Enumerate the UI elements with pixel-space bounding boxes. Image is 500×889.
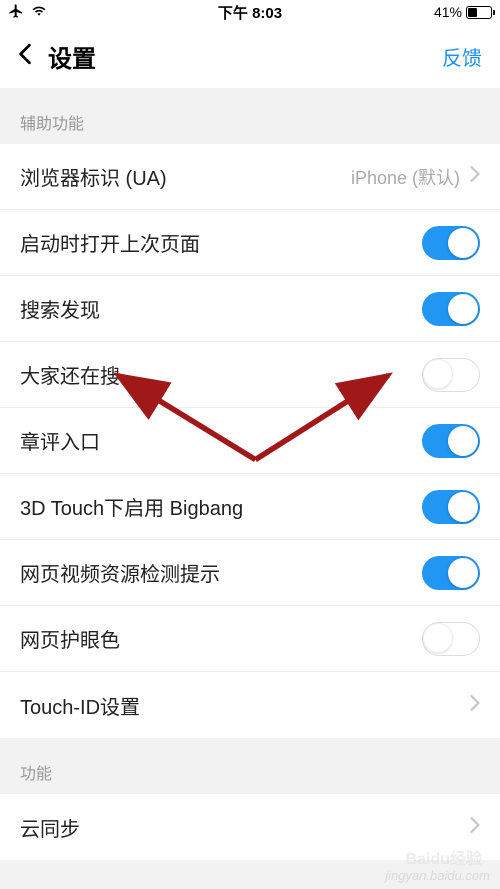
row-restore: 启动时打开上次页面 [0, 210, 500, 276]
row-label: Touch-ID设置 [20, 691, 140, 720]
row-trending-search: 大家还在搜 [0, 342, 500, 408]
watermark-url: jingyan.baidu.com [385, 868, 490, 883]
section-header-features: 功能 [0, 738, 500, 794]
row-touch-id[interactable]: Touch-ID设置 [0, 672, 500, 738]
row-eye-protect: 网页护眼色 [0, 606, 500, 672]
section-header-accessibility: 辅助功能 [0, 88, 500, 144]
airplane-icon [8, 3, 24, 22]
wifi-icon [30, 4, 48, 21]
back-icon[interactable] [18, 43, 32, 70]
row-value: iPhone (默认) [351, 164, 460, 190]
chevron-right-icon [470, 166, 480, 187]
toggle-search-discover[interactable] [422, 292, 480, 326]
page-title: 设置 [48, 39, 96, 74]
watermark-logo: Baidu经验 [406, 845, 482, 869]
chevron-right-icon [470, 817, 480, 838]
toggle-trending-search[interactable] [422, 358, 480, 392]
nav-bar: 设置 反馈 [0, 24, 500, 88]
battery-percent: 41% [434, 4, 462, 20]
row-label: 搜索发现 [20, 294, 100, 323]
accessibility-list: 浏览器标识 (UA) iPhone (默认) 启动时打开上次页面 搜索发现 大家… [0, 144, 500, 738]
row-video-detect: 网页视频资源检测提示 [0, 540, 500, 606]
status-time: 下午 8:03 [218, 2, 282, 23]
row-search-discover: 搜索发现 [0, 276, 500, 342]
row-3d-touch-bigbang: 3D Touch下启用 Bigbang [0, 474, 500, 540]
row-chapter-comments: 章评入口 [0, 408, 500, 474]
row-ua[interactable]: 浏览器标识 (UA) iPhone (默认) [0, 144, 500, 210]
row-label: 章评入口 [20, 426, 100, 455]
row-label: 网页护眼色 [20, 624, 120, 653]
toggle-3d-touch-bigbang[interactable] [422, 490, 480, 524]
row-label: 云同步 [20, 813, 80, 842]
toggle-restore[interactable] [422, 226, 480, 260]
row-label: 网页视频资源检测提示 [20, 558, 220, 587]
toggle-chapter-comments[interactable] [422, 424, 480, 458]
feedback-button[interactable]: 反馈 [442, 42, 482, 71]
battery-icon [466, 6, 492, 19]
status-bar: 下午 8:03 41% [0, 0, 500, 24]
row-label: 浏览器标识 (UA) [20, 162, 167, 191]
toggle-video-detect[interactable] [422, 556, 480, 590]
row-label: 大家还在搜 [20, 360, 120, 389]
row-label: 启动时打开上次页面 [20, 228, 200, 257]
row-label: 3D Touch下启用 Bigbang [20, 492, 243, 521]
toggle-eye-protect[interactable] [422, 622, 480, 656]
chevron-right-icon [470, 695, 480, 716]
